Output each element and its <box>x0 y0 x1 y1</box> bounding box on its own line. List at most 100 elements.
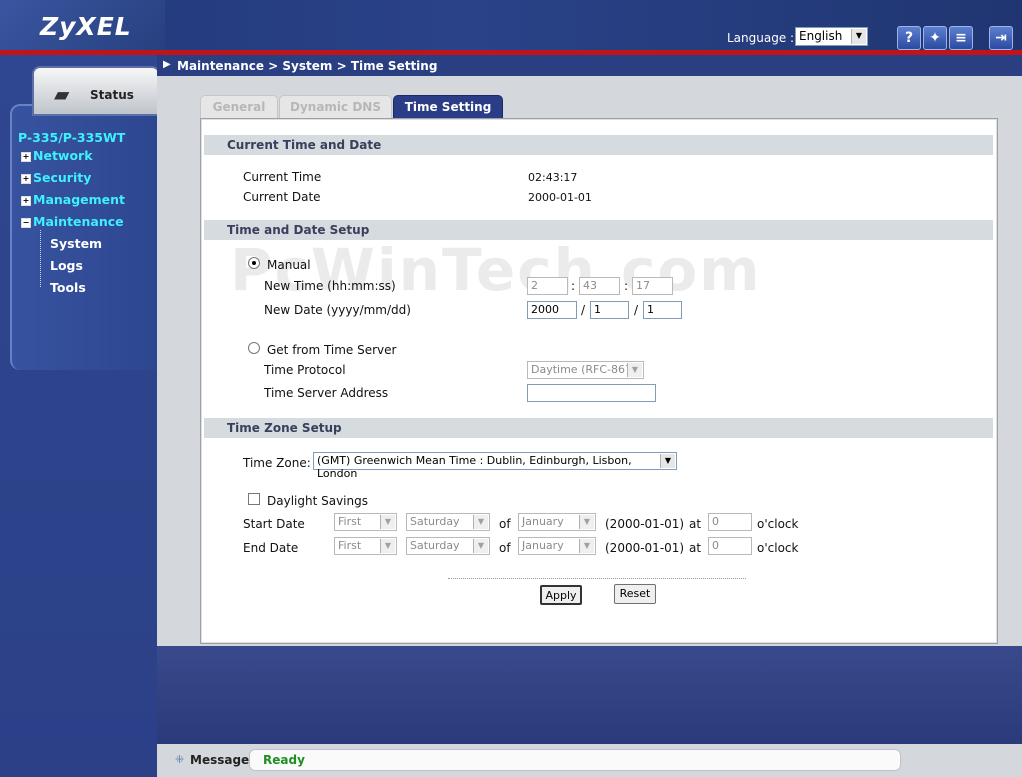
end-hour-input[interactable]: 0 <box>708 537 752 555</box>
oclock-label: o'clock <box>757 517 799 531</box>
language-label: Language : <box>727 31 795 45</box>
chevron-down-icon: ▼ <box>579 539 594 553</box>
minute-input[interactable]: 43 <box>579 277 620 295</box>
of-label: of <box>499 517 511 531</box>
time-separator: : <box>624 279 629 293</box>
month-input[interactable]: 1 <box>590 301 629 319</box>
expand-icon: + <box>21 151 31 162</box>
chevron-down-icon: ▼ <box>660 454 675 468</box>
current-time-value: 02:43:17 <box>528 171 578 184</box>
date-separator: / <box>634 303 639 317</box>
model-name: P-335/P-335WT <box>18 130 126 145</box>
end-weekday-select[interactable]: Saturday ▼ <box>406 537 490 555</box>
time-server-address-input[interactable] <box>527 384 656 402</box>
expand-icon: + <box>21 195 31 206</box>
end-week-select[interactable]: First ▼ <box>334 537 397 555</box>
menu-management-label: Management <box>33 192 126 207</box>
apply-button[interactable]: Apply <box>540 585 582 605</box>
end-month-select[interactable]: January ▼ <box>518 537 596 555</box>
language-value: English <box>799 29 843 43</box>
section-time-zone: Time Zone Setup <box>204 418 993 438</box>
language-select[interactable]: English ▼ <box>795 27 868 46</box>
start-week-select[interactable]: First ▼ <box>334 513 397 531</box>
year-input[interactable]: 2000 <box>527 301 577 319</box>
menu-system[interactable]: System <box>50 236 102 251</box>
manual-radio[interactable] <box>248 257 260 269</box>
oclock-label: o'clock <box>757 541 799 555</box>
menu-maintenance-label: Maintenance <box>33 214 124 229</box>
date-separator: / <box>581 303 586 317</box>
end-weekday-value: Saturday <box>410 539 460 552</box>
hour-input[interactable]: 2 <box>527 277 568 295</box>
chevron-down-icon: ▼ <box>380 515 395 529</box>
tab-general[interactable]: General <box>200 95 278 118</box>
message-icon: ⁜ <box>175 753 185 766</box>
current-time-label: Current Time <box>243 170 322 184</box>
at-label: at <box>689 541 702 555</box>
menu-tools[interactable]: Tools <box>50 280 86 295</box>
day-input[interactable]: 1 <box>643 301 682 319</box>
expand-icon: + <box>21 173 31 184</box>
time-server-radio[interactable] <box>248 342 260 354</box>
chevron-down-icon: ▼ <box>579 515 594 529</box>
chevron-down-icon: ▼ <box>851 29 866 44</box>
current-date-value: 2000-01-01 <box>528 191 592 204</box>
time-protocol-select[interactable]: Daytime (RFC-867) ▼ <box>527 361 644 379</box>
start-week-value: First <box>338 515 362 528</box>
time-zone-select[interactable]: (GMT) Greenwich Mean Time : Dublin, Edin… <box>313 452 677 480</box>
chevron-down-icon: ▼ <box>473 515 488 529</box>
menu-network[interactable]: + Network <box>21 148 93 163</box>
wizard-icon[interactable]: ✦ <box>923 26 947 50</box>
start-date-label: Start Date <box>243 517 305 531</box>
end-date-label: End Date <box>243 541 299 555</box>
zyxel-logo: ZyXEL <box>40 12 132 41</box>
new-date-label: New Date (yyyy/mm/dd) <box>264 303 411 317</box>
breadcrumb-arrow-icon: ▶ <box>163 59 171 70</box>
section-current-time: Current Time and Date <box>204 135 993 155</box>
start-month-select[interactable]: January ▼ <box>518 513 596 531</box>
logout-icon[interactable]: ⇥ <box>989 26 1013 50</box>
daylight-savings-label: Daylight Savings <box>267 494 368 508</box>
divider <box>448 578 746 579</box>
chevron-down-icon: ▼ <box>380 539 395 553</box>
message-box <box>249 749 901 771</box>
time-server-label: Get from Time Server <box>267 343 397 357</box>
tree-line <box>40 230 41 287</box>
second-input[interactable]: 17 <box>632 277 673 295</box>
menu-network-label: Network <box>33 148 93 163</box>
time-protocol-label: Time Protocol <box>264 363 346 377</box>
at-label: at <box>689 517 702 531</box>
time-server-address-label: Time Server Address <box>264 386 389 400</box>
time-zone-label: Time Zone: <box>243 456 311 470</box>
message-label: Message <box>190 753 250 767</box>
breadcrumb: Maintenance > System > Time Setting <box>177 59 438 73</box>
time-separator: : <box>571 279 576 293</box>
time-protocol-value: Daytime (RFC-867) <box>531 363 637 376</box>
chevron-down-icon: ▼ <box>627 363 642 377</box>
menu-security-label: Security <box>33 170 92 185</box>
help-icon[interactable]: ? <box>897 26 921 50</box>
of-label: of <box>499 541 511 555</box>
tab-dynamic-dns[interactable]: Dynamic DNS <box>279 95 392 118</box>
daylight-savings-checkbox[interactable] <box>248 493 260 505</box>
router-icon: ▰ <box>54 82 70 106</box>
logs-icon[interactable]: ≡ <box>949 26 973 50</box>
start-hour-input[interactable]: 0 <box>708 513 752 531</box>
collapse-icon: − <box>21 217 31 228</box>
current-date-label: Current Date <box>243 190 321 204</box>
start-weekday-value: Saturday <box>410 515 460 528</box>
manual-label: Manual <box>267 258 311 272</box>
main-bottom-area <box>157 646 1022 744</box>
end-week-value: First <box>338 539 362 552</box>
reset-button[interactable]: Reset <box>614 584 656 604</box>
menu-logs[interactable]: Logs <box>50 258 83 273</box>
message-text: Ready <box>263 753 305 767</box>
end-month-value: January <box>522 539 564 552</box>
start-weekday-select[interactable]: Saturday ▼ <box>406 513 490 531</box>
tab-time-setting[interactable]: Time Setting <box>393 95 503 118</box>
chevron-down-icon: ▼ <box>473 539 488 553</box>
end-date-text: (2000-01-01) <box>605 541 685 555</box>
menu-management[interactable]: + Management <box>21 192 125 207</box>
menu-security[interactable]: + Security <box>21 170 91 185</box>
menu-maintenance[interactable]: − Maintenance <box>21 214 124 229</box>
